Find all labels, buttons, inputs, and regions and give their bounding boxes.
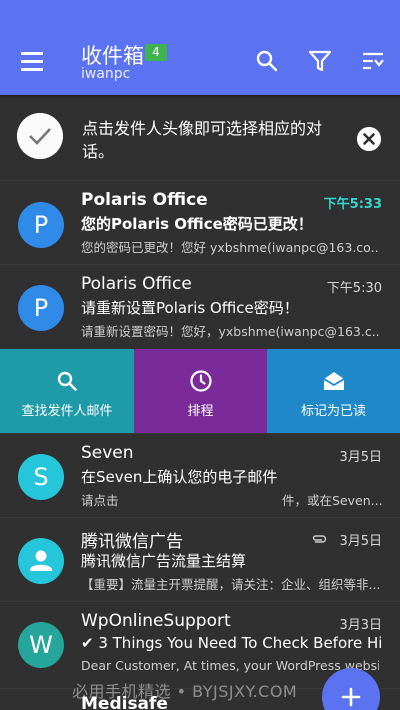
sender-avatar[interactable] (18, 538, 64, 584)
person-icon (30, 550, 52, 571)
sender-name: 腾讯微信广告 (81, 532, 183, 552)
hamburger-menu-icon[interactable] (21, 52, 43, 71)
email-subject: 在Seven上确认您的电子邮件 (81, 468, 278, 486)
search-icon[interactable] (254, 48, 280, 74)
email-subject: 腾讯微信广告流量主结算 (81, 552, 247, 570)
attachment-icon (312, 535, 327, 543)
swipe-actions: 查找发件人邮件 排程 标记为已读 (0, 349, 400, 433)
email-row[interactable]: 腾讯微信广告 3月5日 腾讯微信广告流量主结算 【重要】流量主开票提醒，请关注：… (0, 517, 400, 602)
sender-name: Seven (81, 443, 134, 463)
mark-as-read-button[interactable]: 标记为已读 (267, 349, 400, 433)
email-row[interactable]: P Polaris Office 下午5:33 您的Polaris Office… (0, 180, 400, 265)
checkmark-icon (17, 113, 63, 159)
schedule-button[interactable]: 排程 (134, 349, 267, 433)
email-snippet: 【重要】流量主开票提醒，请关注：企业、组织等非... (81, 577, 379, 592)
email-snippet: 件，或在Seven... (282, 493, 382, 508)
sender-avatar[interactable]: P (18, 285, 64, 331)
close-icon[interactable] (357, 127, 381, 151)
email-time: 下午5:30 (326, 281, 382, 296)
email-time: 3月5日 (339, 450, 382, 465)
watermark: 必用手机精选 • BYJSJXY.COM (72, 682, 298, 701)
find-sender-emails-button[interactable]: 查找发件人邮件 (0, 349, 134, 433)
tip-banner: 点击发件人头像即可选择相应的对话。 (0, 99, 400, 180)
email-row[interactable]: P Polaris Office 下午5:30 请重新设置Polaris Off… (0, 264, 400, 349)
action-label: 标记为已读 (300, 404, 366, 419)
email-row[interactable]: S Seven 3月5日 在Seven上确认您的电子邮件 请点击 件，或在Sev… (0, 433, 400, 518)
email-time: 下午5:33 (323, 197, 382, 212)
tip-text: 点击发件人头像即可选择相应的对话。 (82, 119, 323, 161)
email-time: 3月5日 (339, 534, 382, 549)
email-snippet: 请点击 (81, 493, 119, 508)
email-time: 3月3日 (339, 618, 382, 633)
app-header: 收件箱 4 iwanpc (0, 0, 400, 95)
email-subject: 请重新设置Polaris Office密码！ (81, 299, 299, 317)
sender-name: Polaris Office (81, 274, 192, 294)
sender-name: Polaris Office (81, 190, 208, 210)
sort-icon[interactable] (360, 48, 386, 74)
action-label: 排程 (187, 404, 214, 419)
sender-name: WpOnlineSupport (81, 611, 231, 631)
sender-avatar[interactable]: W (18, 622, 64, 668)
email-subject: 您的Polaris Office密码已更改！ (81, 215, 313, 233)
search-icon (57, 371, 77, 391)
account-name: iwanpc (81, 66, 131, 82)
sender-avatar[interactable]: S (18, 454, 64, 500)
email-snippet: 请重新设置密码！您好，yxbshme(iwanpc@163.c... (81, 324, 379, 339)
action-label: 查找发件人邮件 (21, 404, 113, 419)
filter-icon[interactable] (307, 48, 333, 74)
sender-avatar[interactable]: P (18, 202, 64, 248)
email-snippet: 您的密码已更改！您好 yxbshme(iwanpc@163.co... (81, 240, 379, 255)
unread-count-badge: 4 (145, 44, 167, 61)
plus-icon (341, 687, 361, 707)
email-subject: ✔ 3 Things You Need To Check Before Hiri… (81, 634, 381, 652)
clock-icon (189, 370, 212, 392)
compose-button[interactable] (322, 668, 380, 710)
open-envelope-icon (323, 372, 344, 390)
